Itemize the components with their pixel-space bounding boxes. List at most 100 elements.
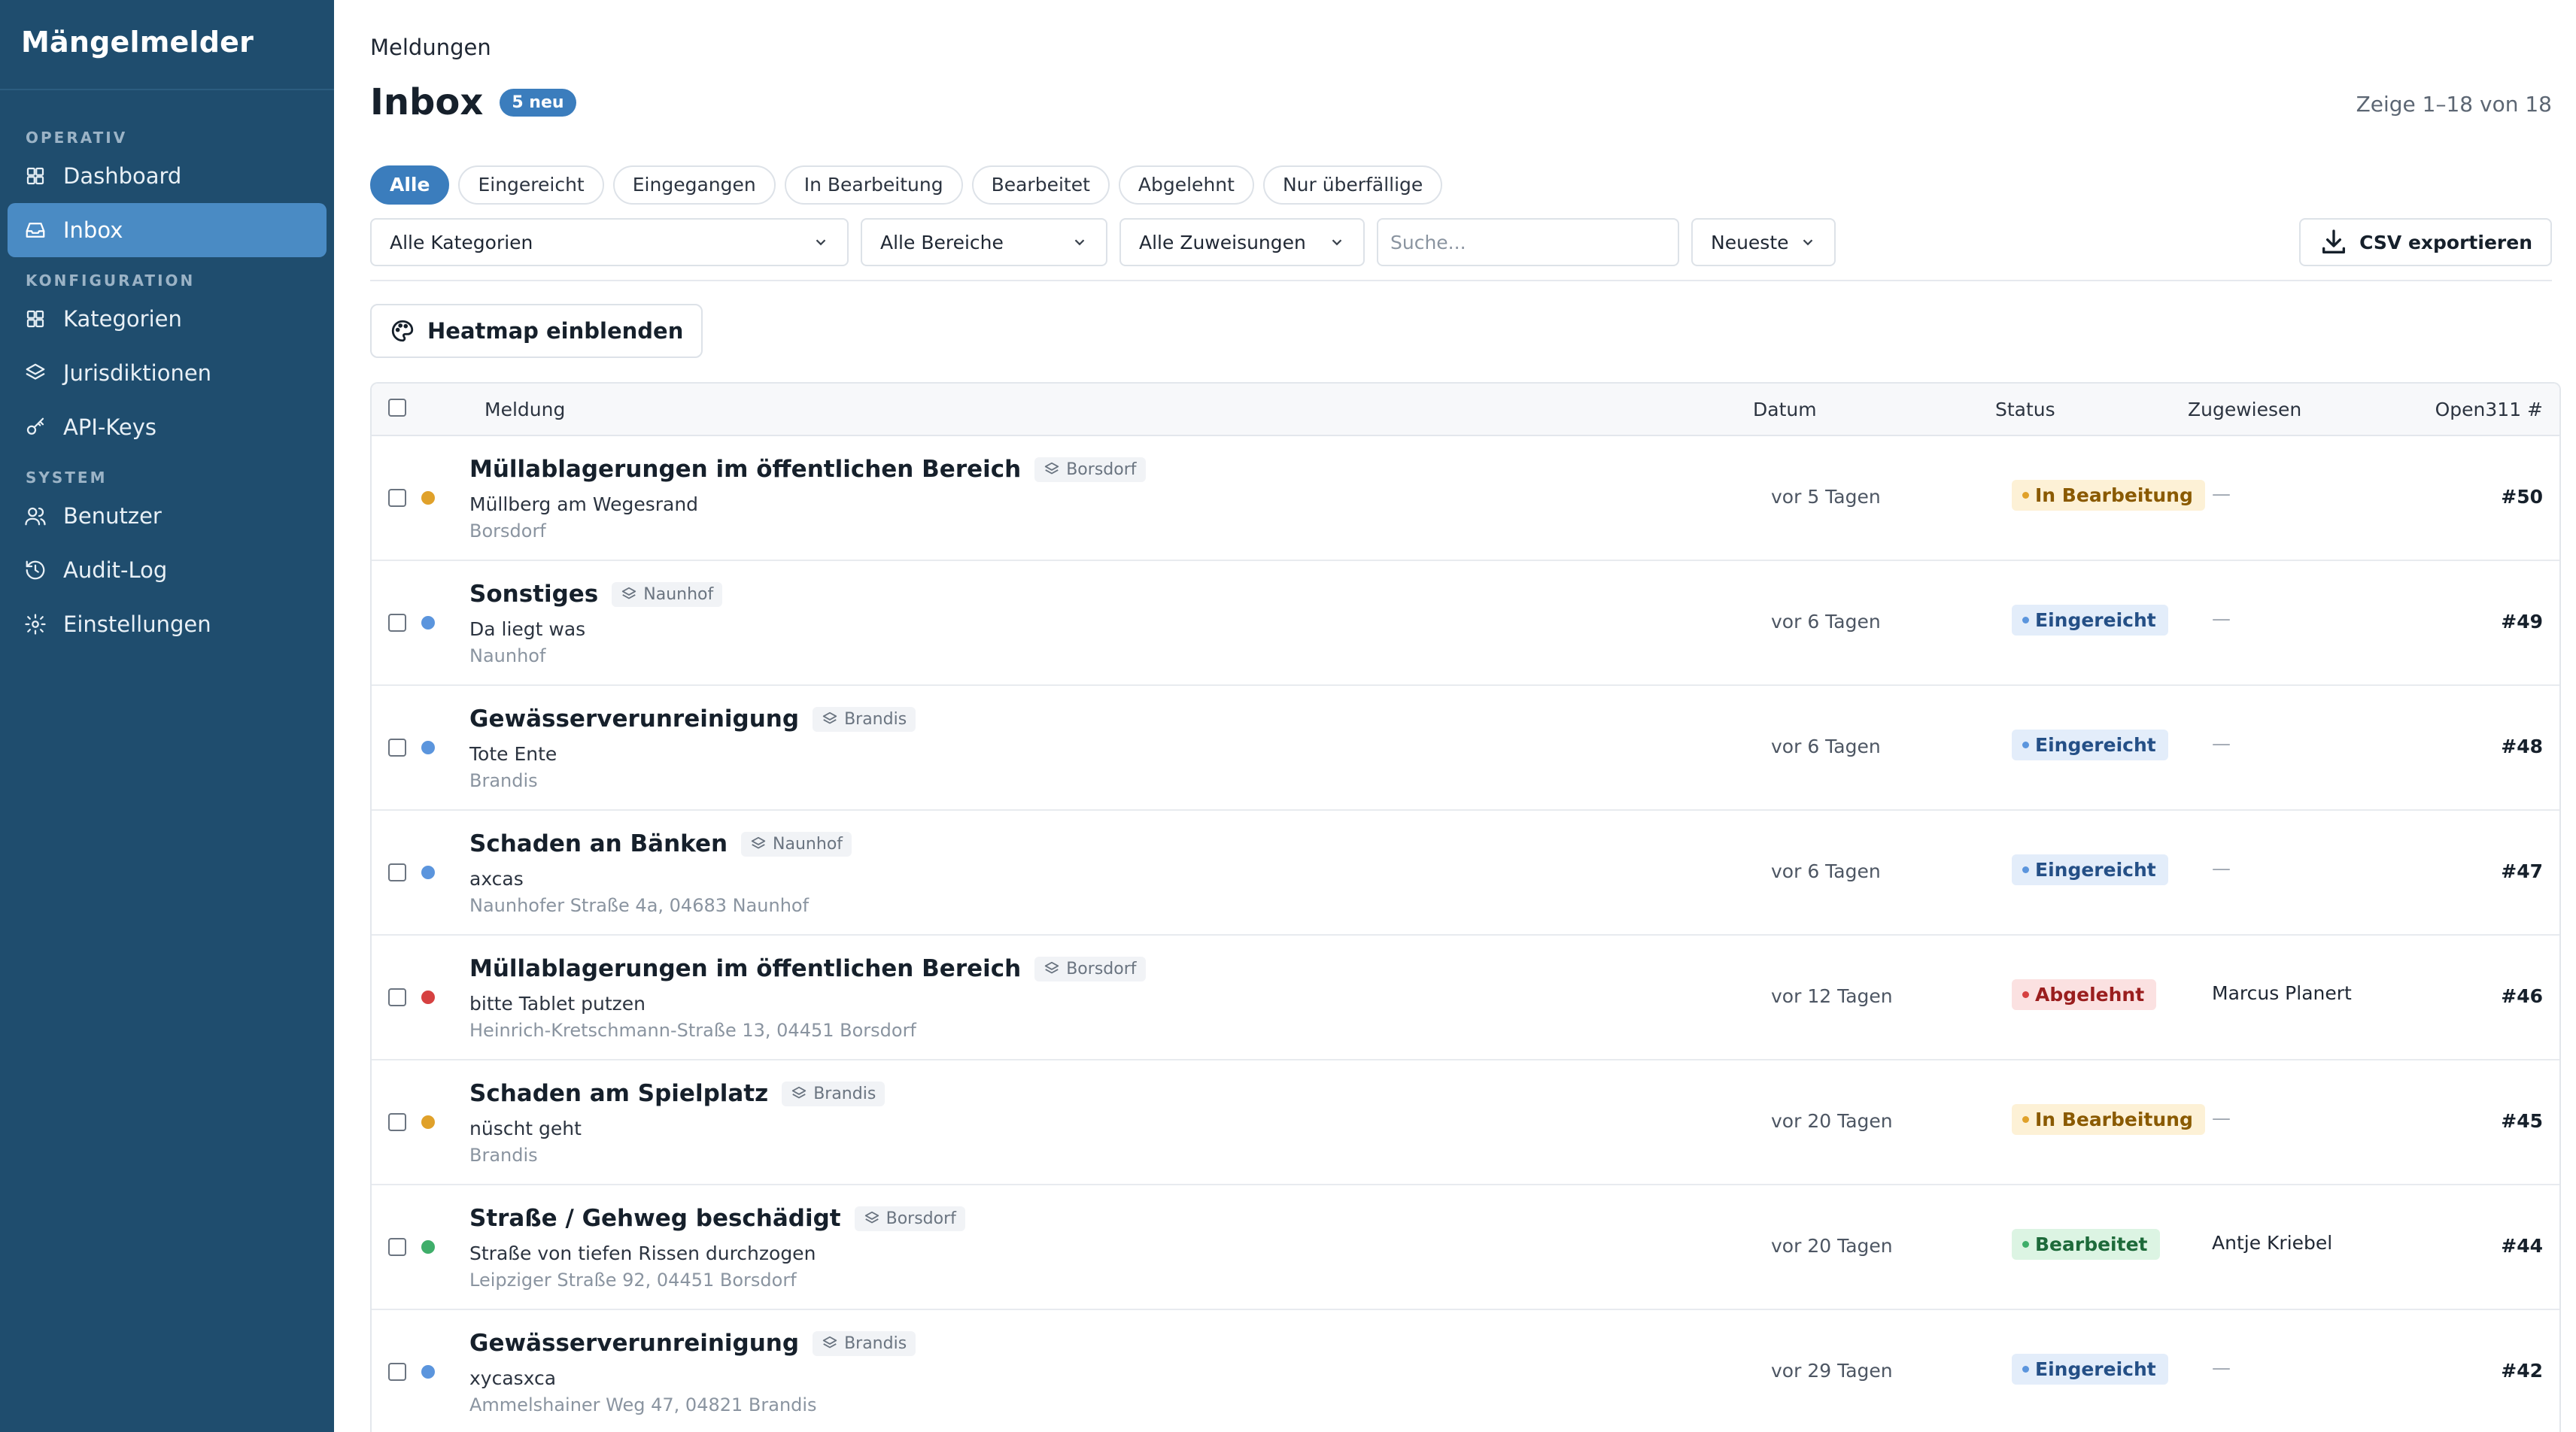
assignment-select[interactable]: Alle Zuweisungen <box>1119 218 1365 266</box>
assigned-user: — <box>2212 608 2231 630</box>
chevron-down-icon <box>1074 239 1085 246</box>
sidebar-item-inbox[interactable]: Inbox <box>8 203 327 257</box>
assigned-user: Antje Kriebel <box>2212 1232 2333 1254</box>
open311-number[interactable]: #42 <box>2501 1360 2543 1382</box>
reports-table: Meldung Datum Status Zugewiesen Open311 … <box>370 382 2561 1432</box>
csv-export-label: CSV exportieren <box>2359 231 2532 253</box>
open311-number[interactable]: #47 <box>2501 860 2543 882</box>
region-tag-label: Brandis <box>844 1333 907 1353</box>
row-checkbox[interactable] <box>388 1238 406 1256</box>
nav-section: SYSTEM Benutzer Audit-Log Einstellungen <box>0 466 334 651</box>
open311-number[interactable]: #49 <box>2501 611 2543 633</box>
status-badge-dot <box>2022 617 2029 623</box>
row-checkbox[interactable] <box>388 988 406 1006</box>
table-row[interactable]: Schaden am Spielplatz Brandis nüscht geh… <box>372 1060 2559 1185</box>
sidebar-item-einstellungen[interactable]: Einstellungen <box>8 597 327 651</box>
breadcrumb[interactable]: Meldungen <box>370 35 491 60</box>
table-row[interactable]: Gewässerverunreinigung Brandis xycasxca … <box>372 1310 2559 1432</box>
table-row[interactable]: Müllablagerungen im öffentlichen Bereich… <box>372 436 2559 561</box>
report-description: Straße von tiefen Rissen durchzogen <box>469 1242 816 1264</box>
open311-number[interactable]: #50 <box>2501 486 2543 508</box>
report-description: Müllberg am Wegesrand <box>469 493 699 515</box>
tab-alle[interactable]: Alle <box>370 165 450 205</box>
row-checkbox[interactable] <box>388 489 406 507</box>
tab-eingegangen[interactable]: Eingegangen <box>612 165 776 205</box>
open311-number[interactable]: #44 <box>2501 1235 2543 1257</box>
status-badge-label: In Bearbeitung <box>2035 1109 2193 1130</box>
sidebar-item-benutzer[interactable]: Benutzer <box>8 489 327 543</box>
table-row[interactable]: Gewässerverunreinigung Brandis Tote Ente… <box>372 686 2559 811</box>
region-tag: Naunhof <box>612 581 723 607</box>
report-title[interactable]: Sonstiges Naunhof <box>469 581 723 608</box>
sidebar-item-dashboard[interactable]: Dashboard <box>8 149 327 203</box>
tab-nur-überfällige[interactable]: Nur überfällige <box>1262 165 1443 205</box>
report-title[interactable]: Müllablagerungen im öffentlichen Bereich… <box>469 456 1146 483</box>
column-status[interactable]: Status <box>1995 399 2055 420</box>
area-select[interactable]: Alle Bereiche <box>861 218 1107 266</box>
column-assigned[interactable]: Zugewiesen <box>2188 399 2301 420</box>
key-icon <box>26 417 44 435</box>
sidebar-nav: OPERATIV Dashboard Inbox KONFIGURATION K… <box>0 126 334 651</box>
csv-export-button[interactable]: CSV exportieren <box>2299 218 2552 266</box>
row-checkbox[interactable] <box>388 739 406 757</box>
sort-select[interactable]: Neueste <box>1691 218 1836 266</box>
column-date[interactable]: Datum <box>1753 399 1817 420</box>
nav-section-label: SYSTEM <box>26 469 108 487</box>
tab-eingereicht[interactable]: Eingereicht <box>458 165 604 205</box>
report-title[interactable]: Gewässerverunreinigung Brandis <box>469 1330 916 1357</box>
nav-section: KONFIGURATION Kategorien Jurisdiktionen … <box>0 269 334 454</box>
layers-icon <box>822 711 837 724</box>
report-title[interactable]: Schaden am Spielplatz Brandis <box>469 1080 886 1107</box>
column-message[interactable]: Meldung <box>485 399 565 420</box>
status-badge: Eingereicht <box>2012 730 2168 760</box>
report-description: Tote Ente <box>469 743 557 765</box>
sidebar-item-kategorien[interactable]: Kategorien <box>8 292 327 346</box>
status-dot <box>421 491 435 505</box>
palette-icon <box>391 320 414 342</box>
sidebar-item-audit-log[interactable]: Audit-Log <box>8 543 327 597</box>
row-checkbox[interactable] <box>388 1113 406 1131</box>
report-description: xycasxca <box>469 1367 557 1389</box>
heatmap-toggle-button[interactable]: Heatmap einblenden <box>370 304 703 358</box>
status-badge-dot <box>2022 742 2029 748</box>
report-title[interactable]: Gewässerverunreinigung Brandis <box>469 705 916 733</box>
row-checkbox[interactable] <box>388 863 406 881</box>
table-row[interactable]: Straße / Gehweg beschädigt Borsdorf Stra… <box>372 1185 2559 1310</box>
main-content: Meldungen Inbox 5 neu Zeige 1–18 von 18 … <box>334 0 2576 1432</box>
region-tag: Borsdorf <box>1034 956 1146 981</box>
table-row[interactable]: Müllablagerungen im öffentlichen Bereich… <box>372 936 2559 1060</box>
sidebar-item-label: Jurisdiktionen <box>63 360 212 386</box>
report-date: vor 20 Tagen <box>1771 1110 1893 1132</box>
table-row[interactable]: Sonstiges Naunhof Da liegt was Naunhof v… <box>372 561 2559 686</box>
report-description: Da liegt was <box>469 618 586 640</box>
select-all-checkbox[interactable] <box>388 399 406 417</box>
sidebar-item-jurisdiktionen[interactable]: Jurisdiktionen <box>8 346 327 400</box>
open311-number[interactable]: #48 <box>2501 736 2543 757</box>
report-title-text: Gewässerverunreinigung <box>469 1330 800 1357</box>
status-badge-label: Eingereicht <box>2035 1358 2156 1380</box>
report-address: Borsdorf <box>469 520 546 542</box>
assigned-user: — <box>2212 857 2231 879</box>
open311-number[interactable]: #46 <box>2501 985 2543 1007</box>
row-checkbox[interactable] <box>388 1363 406 1381</box>
region-tag: Borsdorf <box>1034 457 1146 482</box>
search-input[interactable]: Suche... <box>1377 218 1679 266</box>
status-badge: Eingereicht <box>2012 854 2168 885</box>
report-title[interactable]: Müllablagerungen im öffentlichen Bereich… <box>469 955 1146 982</box>
tab-bearbeitet[interactable]: Bearbeitet <box>971 165 1110 205</box>
new-count-badge: 5 neu <box>500 88 576 117</box>
report-title-text: Schaden an Bänken <box>469 830 728 857</box>
report-title[interactable]: Schaden an Bänken Naunhof <box>469 830 852 857</box>
category-select[interactable]: Alle Kategorien <box>370 218 849 266</box>
status-badge-dot <box>2022 866 2029 873</box>
region-tag-label: Naunhof <box>773 834 843 854</box>
tab-abgelehnt[interactable]: Abgelehnt <box>1118 165 1254 205</box>
tab-in-bearbeitung[interactable]: In Bearbeitung <box>784 165 963 205</box>
sidebar-item-api-keys[interactable]: API-Keys <box>8 400 327 454</box>
open311-number[interactable]: #45 <box>2501 1110 2543 1132</box>
column-open311-number[interactable]: Open311 # <box>2435 399 2543 420</box>
row-checkbox[interactable] <box>388 614 406 632</box>
report-title[interactable]: Straße / Gehweg beschädigt Borsdorf <box>469 1205 965 1232</box>
app-logo[interactable]: Mängelmelder <box>0 0 334 90</box>
table-row[interactable]: Schaden an Bänken Naunhof axcas Naunhofe… <box>372 811 2559 936</box>
